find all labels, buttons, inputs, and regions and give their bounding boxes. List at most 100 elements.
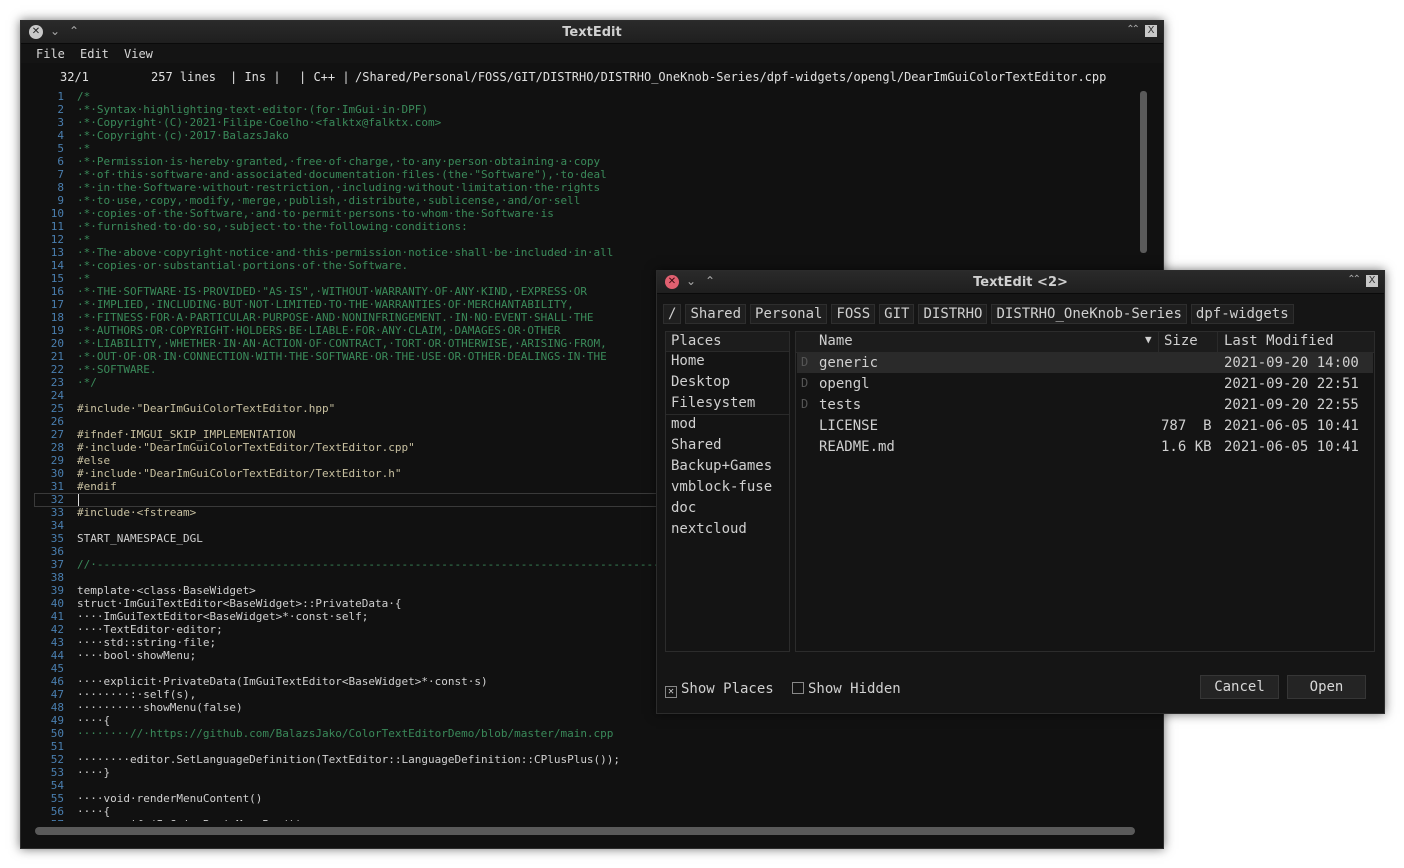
line-number: 49 [50,714,64,727]
line-number: 7 [57,168,64,181]
code-line[interactable]: 51 [21,740,1138,753]
code-line[interactable]: 6 ·*·Permission·is·hereby·granted,·free·o… [21,155,1138,168]
code-text: ········editor.SetLanguageDefinition(Tex… [77,753,621,766]
menu-view[interactable]: View [124,47,153,61]
vertical-scrollbar[interactable] [1140,91,1147,253]
code-line[interactable]: 4 ·*·Copyright·(c)·2017·BalazsJako [21,129,1138,142]
dialog-titlebar[interactable]: ✕ ⌄ ⌃ TextEdit <2> ⌃⌃ X [657,271,1384,294]
code-line[interactable]: 12 ·* [21,233,1138,246]
line-number: 18 [50,311,64,324]
breadcrumb-distrho[interactable]: DISTRHO [918,304,988,324]
line-number: 30 [50,467,64,480]
code-text: #else [77,454,111,467]
code-line[interactable]: 7 ·*·of·this·software·and·associated·docu… [21,168,1138,181]
file-modified: 2021-09-20 22:55 [1224,397,1359,413]
column-size[interactable]: Size [1164,333,1198,349]
code-line[interactable]: 9 ·*·to·use,·copy,·modify,·merge,·publish… [21,194,1138,207]
shade-icon[interactable]: ⌃⌃ [1347,274,1361,285]
place-desktop[interactable]: Desktop [671,374,730,390]
file-modified: 2021-09-20 22:51 [1224,376,1359,392]
file-name: tests [819,397,862,413]
code-text: ··········showMenu(false) [77,701,243,714]
show-places-checkbox[interactable]: ✕ Show Places [665,681,774,698]
place-shared[interactable]: Shared [671,437,722,453]
sort-desc-icon[interactable]: ▼ [1145,333,1152,346]
code-line[interactable]: 50 ········//·https://github.com/BalazsJa… [21,727,1138,740]
menu-edit[interactable]: Edit [80,47,109,61]
column-modified[interactable]: Last Modified [1224,333,1334,349]
code-line[interactable]: 57 ········if·(ImGui::BeginMenuBar()) [21,818,1138,821]
line-number: 43 [50,636,64,649]
code-line[interactable]: 1 /* [21,90,1138,103]
place-backup-games[interactable]: Backup+Games [671,458,772,474]
code-text: ·*·Copyright·(c)·2017·BalazsJako [77,129,289,142]
code-line[interactable]: 8 ·*·in·the·Software·without·restriction,… [21,181,1138,194]
line-number: 39 [50,584,64,597]
file-row[interactable]: D tests 2021-09-20 22:55 [797,395,1373,415]
column-name[interactable]: Name [819,333,853,349]
show-places-label: Show Places [681,681,774,697]
menu-file[interactable]: File [36,47,65,61]
code-text: ········if·(ImGui::BeginMenuBar()) [77,818,302,821]
checkbox-unchecked-icon [792,682,804,694]
code-text: ·*·IMPLIED,·INCLUDING·BUT·NOT·LIMITED·TO… [77,298,574,311]
code-line[interactable]: 55 ····void·renderMenuContent() [21,792,1138,805]
place-nextcloud[interactable]: nextcloud [671,521,747,537]
code-line[interactable]: 56 ····{ [21,805,1138,818]
line-number: 40 [50,597,64,610]
code-text: ····bool·showMenu; [77,649,197,662]
app-icon: X [1145,25,1157,37]
code-line[interactable]: 3 ·*·Copyright·(C)·2021·Filipe·Coelho·<fa… [21,116,1138,129]
line-number: 51 [50,740,64,753]
breadcrumb-personal[interactable]: Personal [750,304,828,324]
line-number: 3 [57,116,64,129]
breadcrumb-dpf-widgets[interactable]: dpf-widgets [1190,304,1294,324]
code-text: ·*·Copyright·(C)·2021·Filipe·Coelho·<fal… [77,116,442,129]
show-hidden-checkbox[interactable]: Show Hidden [792,681,901,697]
code-line[interactable]: 53 ····} [21,766,1138,779]
line-number: 5 [57,142,64,155]
code-line[interactable]: 52 ········editor.SetLanguageDefinition(T… [21,753,1138,766]
code-line[interactable]: 2 ·*·Syntax·highlighting·text·editor·(for… [21,103,1138,116]
main-titlebar[interactable]: ✕ ⌄ ⌃ TextEdit ⌃⌃ X [21,21,1163,44]
code-line[interactable]: 10 ·*·copies·of·the·Software,·and·to·perm… [21,207,1138,220]
line-number: 10 [50,207,64,220]
line-number: 24 [50,389,64,402]
place-doc[interactable]: doc [671,500,696,516]
code-text: #·include·"DearImGuiColorTextEditor/Text… [77,441,415,454]
line-number: 20 [50,337,64,350]
line-number: 29 [50,454,64,467]
file-row[interactable]: D generic 2021-09-20 14:00 [797,353,1373,373]
breadcrumb-shared[interactable]: Shared [685,304,747,324]
breadcrumb-root[interactable]: / [663,304,682,324]
file-row[interactable]: LICENSE 787 B 2021-06-05 10:41 [797,416,1373,436]
breadcrumb-oneknob[interactable]: DISTRHO_OneKnob-Series [991,304,1187,324]
place-vmblock-fuse[interactable]: vmblock-fuse [671,479,772,495]
line-number: 47 [50,688,64,701]
cancel-button[interactable]: Cancel [1200,675,1279,699]
code-text: ·*·Permission·is·hereby·granted,·free·of… [77,155,601,168]
line-number: 41 [50,610,64,623]
file-row[interactable]: README.md 1.6 KB 2021-06-05 10:41 [797,437,1373,457]
place-filesystem[interactable]: Filesystem [671,395,755,411]
line-number: 2 [57,103,64,116]
breadcrumb-git[interactable]: GIT [879,304,915,324]
shade-icon[interactable]: ⌃⌃ [1126,24,1140,35]
place-home[interactable]: Home [671,353,705,369]
code-line[interactable]: 13 ·*·The·above·copyright·notice·and·this… [21,246,1138,259]
horizontal-scrollbar[interactable] [35,827,1135,835]
open-button[interactable]: Open [1287,675,1366,699]
code-text: /* [77,90,91,103]
code-text: ·*·The·above·copyright·notice·and·this·p… [77,246,614,259]
breadcrumb-foss[interactable]: FOSS [831,304,876,324]
code-line[interactable]: 49 ····{ [21,714,1138,727]
code-text: ·*·SOFTWARE. [77,363,157,376]
place-mod[interactable]: mod [671,416,696,432]
code-line[interactable]: 11 ·*·furnished·to·do·so,·subject·to·the·… [21,220,1138,233]
code-text: ········:·self(s), [77,688,197,701]
code-line[interactable]: 5 ·* [21,142,1138,155]
dialog-title: TextEdit <2> [973,275,1068,290]
code-line[interactable]: 54 [21,779,1138,792]
file-row[interactable]: D opengl 2021-09-20 22:51 [797,374,1373,394]
code-text: ····explicit·PrivateData(ImGuiTextEditor… [77,675,488,688]
